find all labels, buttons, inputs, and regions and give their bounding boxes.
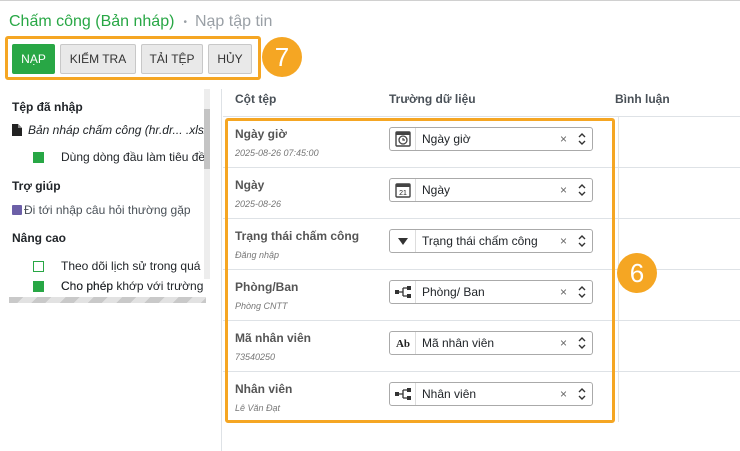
allow-match-checkbox[interactable] xyxy=(33,280,44,292)
first-row-header-label: Dùng dòng đầu làm tiêu đề xyxy=(61,150,206,164)
field-select[interactable]: Nhân viên × xyxy=(389,382,593,406)
first-row-header-option[interactable]: Dùng dòng đầu làm tiêu đề xyxy=(33,150,205,164)
allow-match-option[interactable]: Cho phép khớp với trường p xyxy=(33,279,206,293)
row-sample: 73540250 xyxy=(235,352,276,362)
field-value: Mã nhân viên xyxy=(422,336,495,350)
column-header-comment: Bình luận xyxy=(615,92,670,106)
mapping-row: Trạng thái chấm công Đăng nhập Trạng thá… xyxy=(223,218,740,269)
clear-icon[interactable]: × xyxy=(560,336,567,350)
imported-file: Bản nháp chấm công (hr.dr... .xlsx xyxy=(12,123,206,137)
field-select[interactable]: Trạng thái chấm công × xyxy=(389,229,593,253)
row-sample: 2025-08-26 xyxy=(235,199,282,209)
track-history-checkbox[interactable] xyxy=(33,260,44,272)
help-faq-label[interactable]: Đi tới nhập câu hỏi thường gặp xyxy=(24,203,191,217)
clear-icon[interactable]: × xyxy=(560,285,567,299)
callout-badge-7: 7 xyxy=(262,37,302,77)
first-row-header-checkbox[interactable] xyxy=(33,151,44,163)
breadcrumb-next: Nạp tập tin xyxy=(194,13,273,30)
relation-icon xyxy=(390,281,416,303)
external-link-icon xyxy=(12,205,22,215)
clear-icon[interactable]: × xyxy=(560,183,567,197)
updown-caret-icon[interactable] xyxy=(577,336,587,350)
updown-caret-icon[interactable] xyxy=(577,285,587,299)
help-faq-link[interactable]: Đi tới nhập câu hỏi thường gặp xyxy=(12,203,191,217)
clear-icon[interactable]: × xyxy=(560,387,567,401)
mapping-row: Ngày 2025-08-26 21 Ngày × xyxy=(223,167,740,218)
sidebar-horizontal-scrollbar[interactable] xyxy=(9,297,206,303)
updown-caret-icon[interactable] xyxy=(577,234,587,248)
callout-badge-6: 6 xyxy=(617,253,657,293)
field-select[interactable]: Ab Mã nhân viên × xyxy=(389,331,593,355)
field-value: Phòng/ Ban xyxy=(422,285,485,299)
file-icon xyxy=(12,124,22,136)
field-value: Ngày giờ xyxy=(422,132,471,146)
row-sample: Phòng CNTT xyxy=(235,301,288,311)
breadcrumb-separator: • xyxy=(183,16,187,28)
dropdown-triangle-icon xyxy=(390,230,416,252)
help-title: Trợ giúp xyxy=(12,179,61,193)
calendar-icon-text: 21 xyxy=(399,190,407,197)
sidebar: Tệp đã nhập Bản nháp chấm công (hr.dr...… xyxy=(0,89,222,451)
mapping-row: Mã nhân viên 73540250 Ab Mã nhân viên × xyxy=(223,320,740,371)
top-divider xyxy=(0,0,740,1)
text-field-icon: Ab xyxy=(390,332,416,354)
row-sample: Đăng nhập xyxy=(235,250,280,260)
relation-icon xyxy=(390,383,416,405)
clock-icon xyxy=(390,128,416,150)
allow-match-overlap-text: Cho phép xyxy=(61,279,114,293)
column-header-file-column: Cột tệp xyxy=(235,92,277,106)
field-value: Nhân viên xyxy=(422,387,477,401)
breadcrumb-current[interactable]: Chấm công (Bản nháp) xyxy=(9,13,174,31)
breadcrumb: Chấm công (Bản nháp) • Nạp tập tin xyxy=(9,13,272,31)
field-value: Ngày xyxy=(422,183,451,197)
sidebar-content: Tệp đã nhập Bản nháp chấm công (hr.dr...… xyxy=(9,89,206,301)
imported-files-title: Tệp đã nhập xyxy=(12,100,83,114)
updown-caret-icon[interactable] xyxy=(577,132,587,146)
track-history-option[interactable]: Theo dõi lịch sử trong quá xyxy=(33,259,200,273)
advanced-title: Nâng cao xyxy=(12,231,67,245)
mapping-row: Nhân viên Lê Văn Đạt Nhân viên × xyxy=(223,371,740,422)
column-header-field: Trường dữ liệu xyxy=(389,92,476,106)
check-button[interactable]: KIỂM TRA xyxy=(60,44,136,74)
field-select[interactable]: Ngày giờ × xyxy=(389,127,593,151)
row-sample: Lê Văn Đạt xyxy=(235,403,281,413)
clear-icon[interactable]: × xyxy=(560,234,567,248)
field-select[interactable]: Phòng/ Ban × xyxy=(389,280,593,304)
sidebar-scroll-thumb[interactable] xyxy=(204,109,210,169)
load-button[interactable]: NẠP xyxy=(12,44,55,74)
row-label: Ngày giờ xyxy=(235,127,287,141)
row-label: Trạng thái chấm công xyxy=(235,229,360,243)
mapping-row: Phòng/Ban Phòng CNTT Phòng/ Ban × xyxy=(223,269,740,320)
row-label: Nhân viên xyxy=(235,382,293,396)
toolbar-highlight: NẠP KIỂM TRA TẢI TỆP HỦY xyxy=(5,36,261,80)
text-field-icon-text: Ab xyxy=(395,338,409,350)
calendar-icon: 21 xyxy=(390,179,416,201)
mapping-row: Ngày giờ 2025-08-26 07:45:00 Ngày giờ × xyxy=(223,116,740,167)
sidebar-vertical-scrollbar[interactable] xyxy=(204,89,210,279)
row-label: Ngày xyxy=(235,178,265,192)
row-label: Phòng/Ban xyxy=(235,280,299,294)
cancel-button[interactable]: HỦY xyxy=(208,44,252,74)
updown-caret-icon[interactable] xyxy=(577,183,587,197)
field-select[interactable]: 21 Ngày × xyxy=(389,178,593,202)
clear-icon[interactable]: × xyxy=(560,132,567,146)
updown-caret-icon[interactable] xyxy=(577,387,587,401)
field-value: Trạng thái chấm công xyxy=(422,234,538,248)
upload-file-button[interactable]: TẢI TỆP xyxy=(141,44,203,74)
row-label: Mã nhân viên xyxy=(235,331,312,345)
row-sample: 2025-08-26 07:45:00 xyxy=(235,148,319,158)
track-history-label: Theo dõi lịch sử trong quá xyxy=(61,259,201,273)
imported-file-name: Bản nháp chấm công (hr.dr... .xlsx xyxy=(28,123,206,137)
allow-match-overlap-label: Cho phép xyxy=(61,279,113,293)
